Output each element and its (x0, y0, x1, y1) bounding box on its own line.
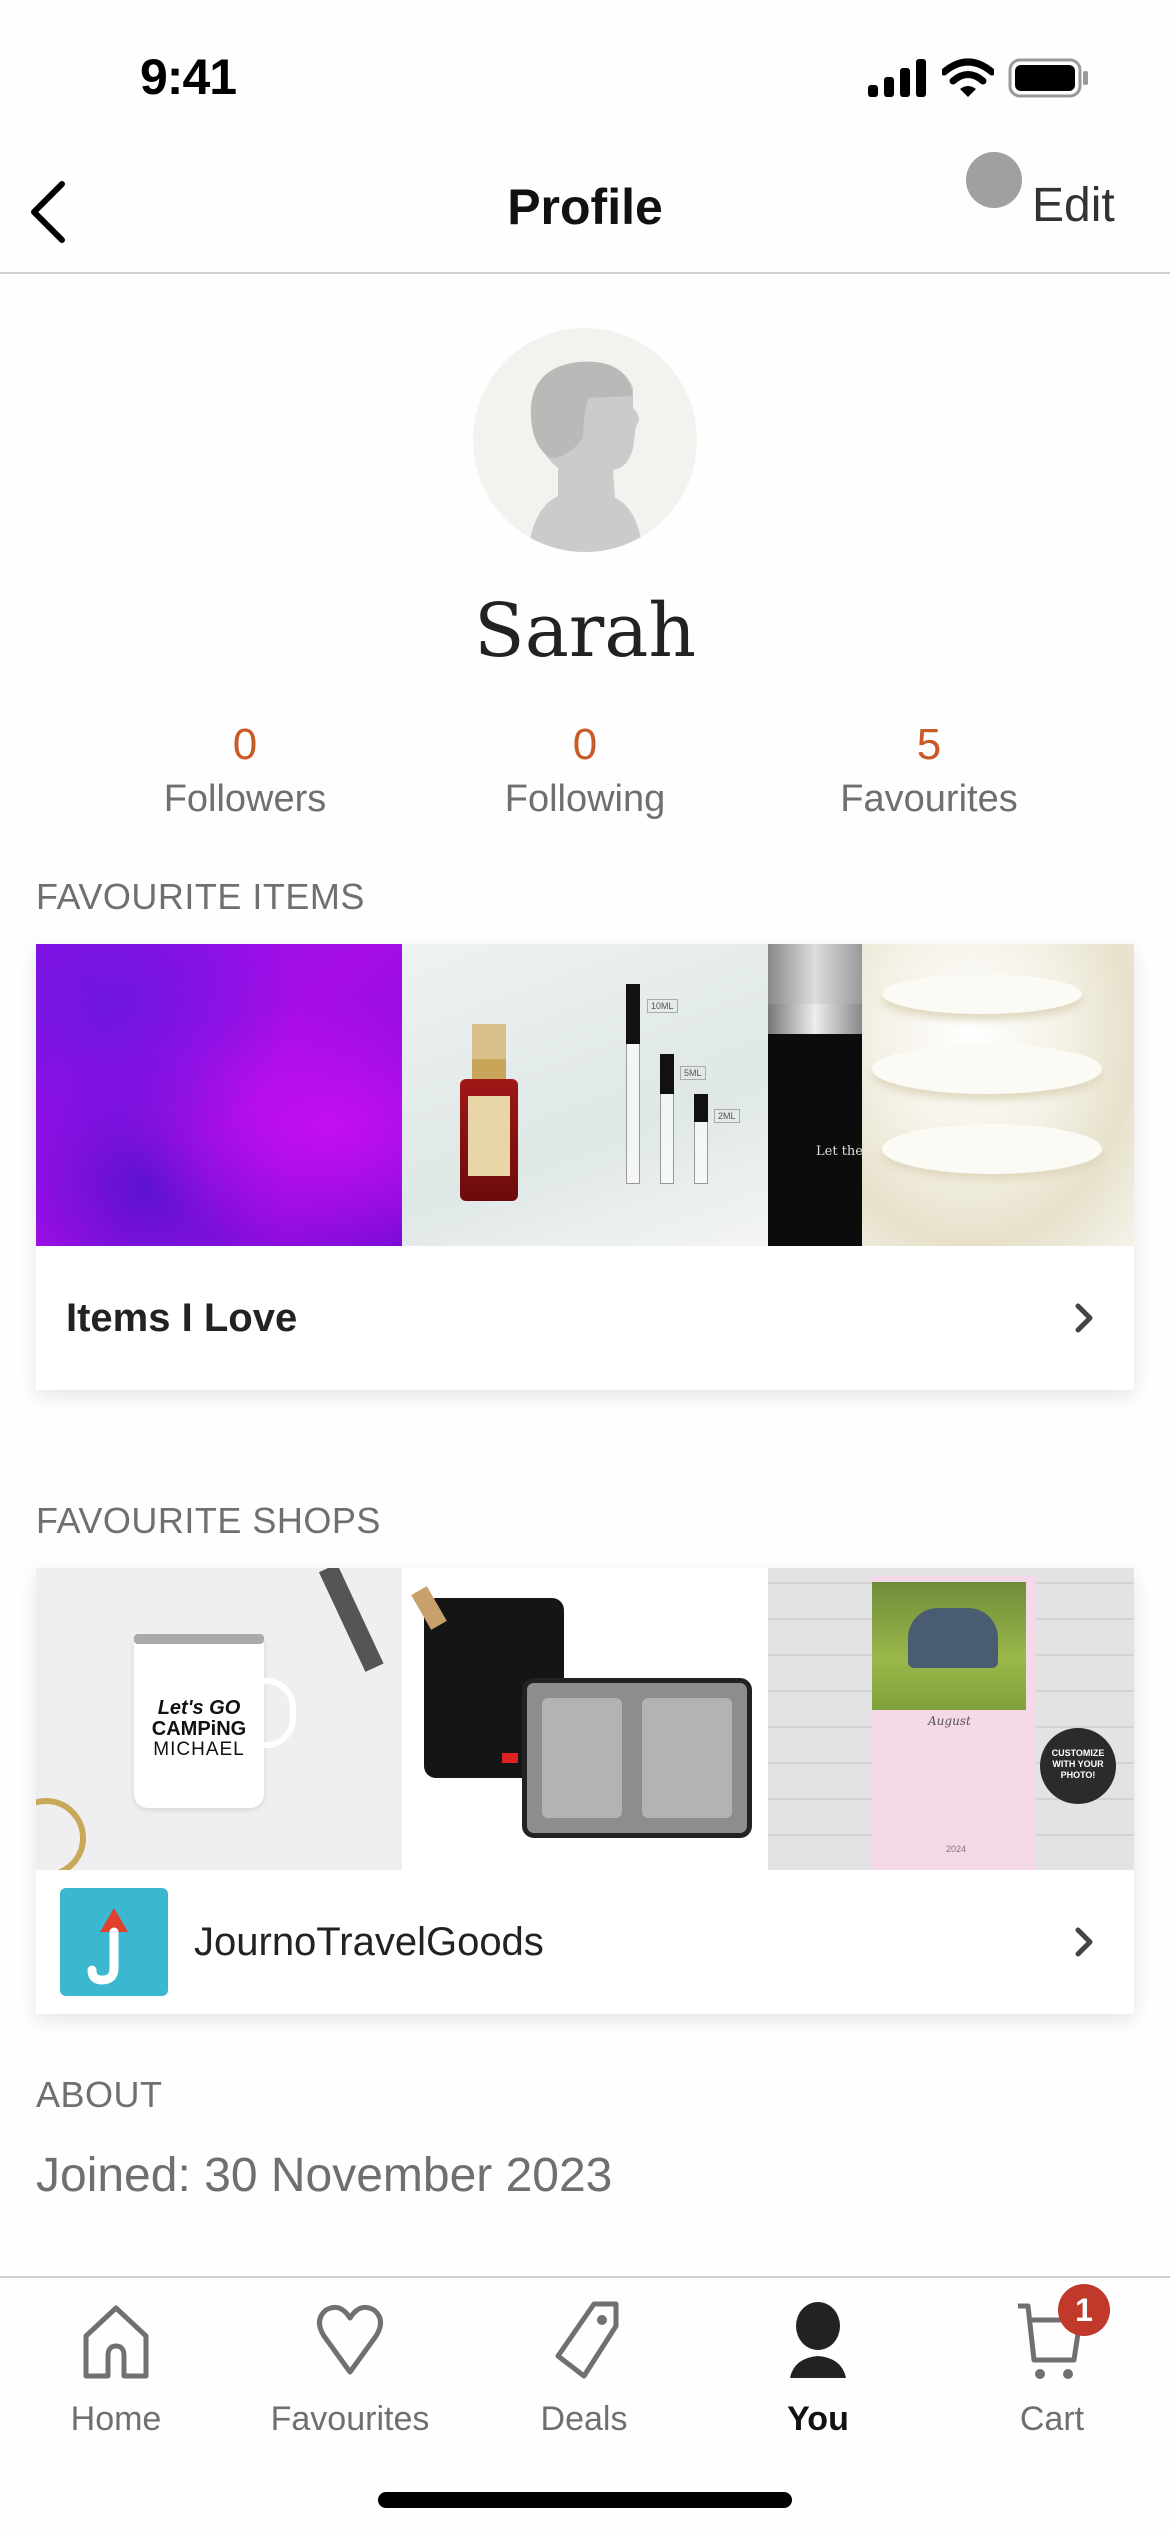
chevron-right-icon (1075, 1927, 1093, 1957)
cart-icon-wrapper: 1 (1012, 2284, 1110, 2380)
chevron-right-icon (1075, 1303, 1093, 1333)
battery-icon (1008, 58, 1088, 98)
tab-cart[interactable]: 1 Cart (952, 2284, 1152, 2439)
tab-you-label: You (787, 2400, 849, 2438)
tab-you[interactable]: You (718, 2300, 918, 2439)
navigation-bar: Profile Edit (0, 150, 1170, 274)
whipped-cream-image (862, 944, 1134, 1246)
mug-text-line-3: MICHAEL (153, 1739, 245, 1760)
favourite-shop-images: Let's GO CAMPiNG MICHAEL August 2024 CUS… (36, 1568, 1134, 1870)
person-icon (790, 2302, 846, 2378)
followers-label: Followers (163, 778, 327, 820)
about-heading: ABOUT (36, 2074, 163, 2115)
home-icon (83, 2305, 149, 2379)
default-avatar-silhouette-icon (528, 361, 643, 552)
heart-icon (317, 2304, 383, 2375)
edit-button[interactable]: Edit (1032, 178, 1115, 233)
favourites-count: 5 (916, 720, 942, 769)
customize-badge-line-2: WITH YOUR (1052, 1758, 1104, 1769)
touch-indicator (966, 152, 1022, 208)
home-indicator[interactable] (378, 2492, 792, 2508)
status-icons (868, 58, 1090, 98)
favourite-items-images: 10ML 5ML 2ML Let the Sc (36, 944, 1134, 1246)
shop-logo-icon (87, 1908, 128, 1985)
favourite-shops-heading: FAVOURITE SHOPS (36, 1500, 381, 1541)
customize-badge-line-3: PHOTO! (1060, 1769, 1096, 1780)
customize-badge: CUSTOMIZE WITH YOUR PHOTO! (1040, 1728, 1116, 1804)
stat-followers[interactable]: 0 Followers (95, 720, 395, 821)
tab-home-label: Home (70, 2400, 162, 2438)
camping-mug-image: Let's GO CAMPiNG MICHAEL (36, 1568, 402, 1870)
stat-following[interactable]: 0 Following (435, 720, 735, 821)
shop-logo (60, 1888, 168, 1996)
tag-icon (555, 2301, 619, 2379)
perfume-size-2ml: 2ML (714, 1109, 740, 1123)
cart-badge: 1 (1058, 2284, 1110, 2336)
items-i-love-row[interactable]: Items I Love (36, 1246, 1134, 1390)
tab-favourites[interactable]: Favourites (250, 2300, 450, 2439)
shop-name: JournoTravelGoods (194, 1919, 544, 1964)
signal-icon (868, 59, 926, 97)
photo-calendar-image: August 2024 CUSTOMIZE WITH YOUR PHOTO! (768, 1568, 1134, 1870)
calendar-month: August (928, 1714, 971, 1728)
rollon-label-text: Let the Sc (816, 1144, 862, 1159)
collection-title: Items I Love (66, 1295, 298, 1340)
profile-stats: 0 Followers 0 Following 5 Favourites (0, 720, 1170, 830)
favourite-items-card[interactable]: 10ML 5ML 2ML Let the Sc Items I Love (36, 944, 1134, 1390)
tab-cart-label: Cart (1019, 2400, 1085, 2438)
followers-count: 0 (232, 720, 258, 769)
status-time: 9:41 (140, 49, 237, 105)
tab-home[interactable]: Home (16, 2300, 216, 2439)
purple-abstract-image (36, 944, 402, 1246)
wifi-icon (942, 58, 994, 97)
tab-deals[interactable]: Deals (484, 2300, 684, 2439)
perfume-bottles-image: 10ML 5ML 2ML (402, 944, 768, 1246)
perfume-size-5ml: 5ML (680, 1066, 706, 1080)
tab-deals-label: Deals (540, 2400, 628, 2438)
roll-on-perfume-image: Let the Sc (768, 944, 862, 1246)
favourite-shop-card[interactable]: Let's GO CAMPiNG MICHAEL August 2024 CUS… (36, 1568, 1134, 2014)
mug-text-line-1: Let's GO (157, 1697, 241, 1719)
favourites-label: Favourites (840, 778, 1018, 820)
travel-organizer-image (402, 1568, 768, 1870)
avatar[interactable] (473, 328, 697, 552)
mug-text-line-2: CAMPiNG (151, 1718, 247, 1740)
calendar-year: 2024 (946, 1844, 967, 1854)
shop-row[interactable]: JournoTravelGoods (36, 1870, 1134, 2014)
favourite-items-heading: FAVOURITE ITEMS (36, 876, 365, 917)
status-bar: 9:41 (0, 0, 1170, 150)
stat-favourites[interactable]: 5 Favourites (779, 720, 1079, 821)
profile-name: Sarah (474, 588, 696, 674)
following-count: 0 (572, 720, 598, 769)
tab-favourites-label: Favourites (270, 2400, 430, 2438)
joined-date: Joined: 30 November 2023 (36, 2149, 613, 2202)
customize-badge-line-1: CUSTOMIZE (1051, 1748, 1105, 1758)
following-label: Following (504, 778, 666, 820)
perfume-size-10ml: 10ML (647, 999, 678, 1013)
